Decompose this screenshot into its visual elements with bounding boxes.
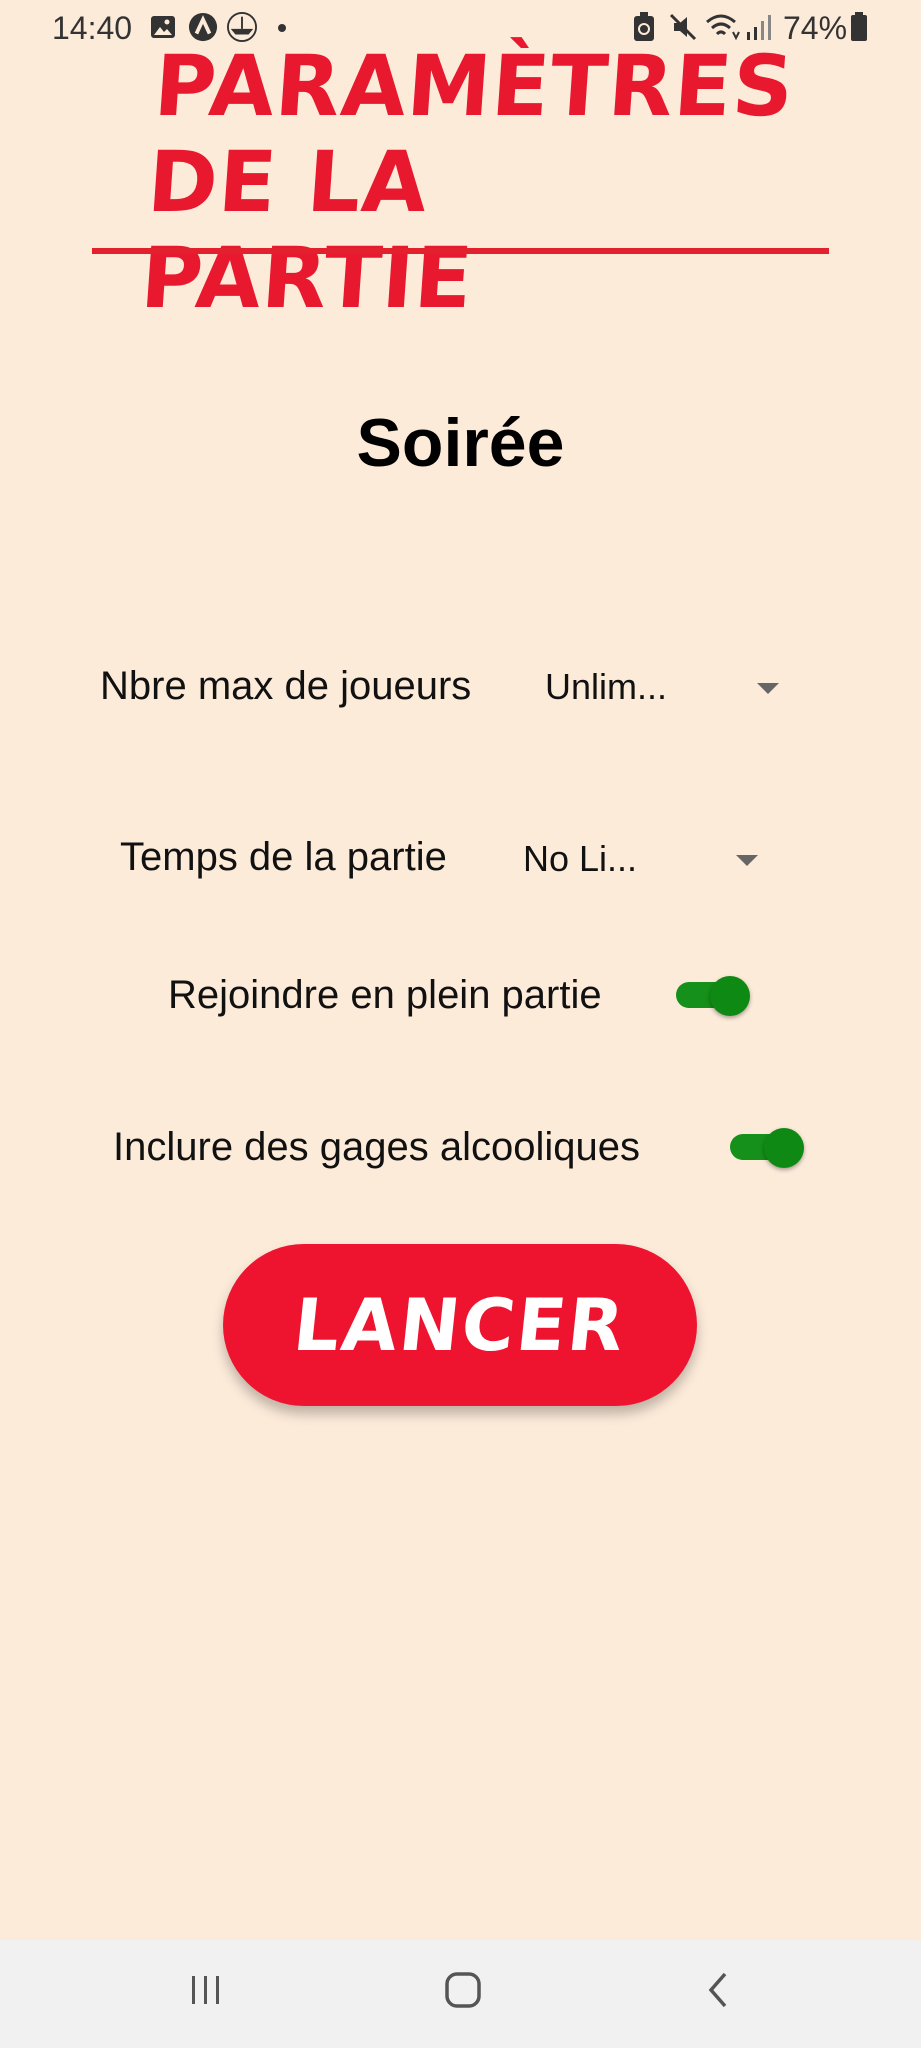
game-time-label: Temps de la partie xyxy=(120,835,447,879)
launch-button-label: LANCER xyxy=(289,1283,631,1367)
max-players-dropdown[interactable]: Unlim... xyxy=(540,656,790,720)
chevron-down-icon xyxy=(736,855,758,866)
join-midgame-toggle[interactable] xyxy=(676,976,750,1016)
system-nav-bar xyxy=(0,1940,921,2048)
alcohol-dares-label: Inclure des gages alcooliques xyxy=(113,1125,641,1169)
page-title-line1: Paramètres xyxy=(151,37,798,135)
launch-button[interactable]: LANCER xyxy=(223,1244,697,1406)
page-title: Paramètres de la partie xyxy=(137,37,798,327)
chevron-down-icon xyxy=(757,683,779,694)
toggle-thumb xyxy=(764,1128,804,1168)
toggle-thumb xyxy=(710,976,750,1016)
alcohol-dares-toggle[interactable] xyxy=(730,1128,804,1168)
max-players-label: Nbre max de joueurs xyxy=(100,664,472,708)
title-divider xyxy=(92,248,829,254)
game-time-value: No Li... xyxy=(523,838,638,879)
join-midgame-label: Rejoindre en plein partie xyxy=(168,973,602,1017)
page-title-line2: de la partie xyxy=(137,133,477,327)
back-icon[interactable] xyxy=(703,1970,733,2010)
max-players-value: Unlim... xyxy=(545,666,668,707)
status-time: 14:40 xyxy=(52,10,133,46)
recent-apps-icon[interactable] xyxy=(188,1970,224,2010)
mode-title: Soirée xyxy=(356,405,565,481)
battery-icon xyxy=(851,12,867,41)
notification-dot xyxy=(278,24,286,32)
game-time-dropdown[interactable]: No Li... xyxy=(518,828,768,892)
home-icon[interactable] xyxy=(443,1970,483,2010)
